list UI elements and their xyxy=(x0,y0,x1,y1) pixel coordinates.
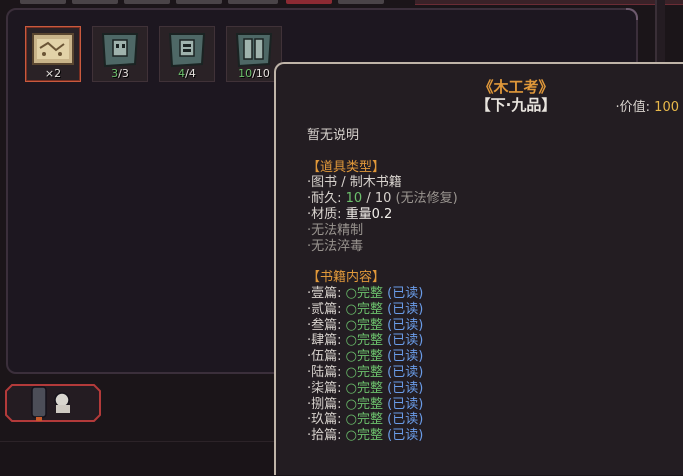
chapter-row: ·壹篇: ○完整 (已读) xyxy=(307,285,424,301)
item-value: ·价值: 100 xyxy=(615,100,679,115)
top-tab-strip xyxy=(0,0,683,5)
book-contents-header: 【书籍内容】 xyxy=(307,270,386,286)
inventory-slot-book[interactable]: 3/3 xyxy=(92,26,148,82)
tab[interactable] xyxy=(176,0,222,4)
item-tooltip: 《木工考》 【下·九品】 ·价值: 100 暂无说明 【道具类型】 ·图书 / … xyxy=(274,62,683,475)
tab[interactable] xyxy=(338,0,384,4)
character-frame-icon xyxy=(5,384,101,422)
chapter-row: ·伍篇: ○完整 (已读) xyxy=(307,349,424,365)
tab[interactable] xyxy=(228,0,278,4)
item-description: 暂无说明 xyxy=(307,128,360,143)
panel-corner-ornament xyxy=(626,8,638,20)
item-category: ·图书 / 制木书籍 xyxy=(307,175,402,191)
chapter-row: ·贰篇: ○完整 (已读) xyxy=(307,301,424,317)
item-no-temper: ·无法淬毒 xyxy=(307,238,364,254)
slot-count: 3/3 xyxy=(111,67,129,80)
scroll-map-icon xyxy=(32,33,74,65)
book-tome-icon xyxy=(168,33,206,68)
item-type-header: 【道具类型】 xyxy=(307,159,386,175)
chapter-row: ·陆篇: ○完整 (已读) xyxy=(307,364,424,380)
slot-count: ×2 xyxy=(44,67,62,80)
inventory-slot-book[interactable]: 4/4 xyxy=(159,26,215,82)
chapter-row: ·柒篇: ○完整 (已读) xyxy=(307,380,424,396)
book-tome-icon xyxy=(101,33,139,68)
chapter-row: ·捌篇: ○完整 (已读) xyxy=(307,396,424,412)
chapter-row: ·玖篇: ○完整 (已读) xyxy=(307,412,424,428)
item-durability: ·耐久: 10 / 10 (无法修复) xyxy=(307,191,458,207)
item-no-refine: ·无法精制 xyxy=(307,222,364,238)
chapter-row: ·肆篇: ○完整 (已读) xyxy=(307,333,424,349)
chapter-row: ·拾篇: ○完整 (已读) xyxy=(307,428,424,444)
inventory-slot-scroll[interactable]: ×2 xyxy=(25,26,81,82)
tab-active[interactable] xyxy=(286,0,332,4)
item-material: ·材质: 重量0.2 xyxy=(307,206,393,222)
tab[interactable] xyxy=(20,0,66,4)
book-tome-icon xyxy=(235,33,273,68)
slot-count: 4/4 xyxy=(178,67,196,80)
tab[interactable] xyxy=(72,0,118,4)
top-right-bar xyxy=(415,0,683,5)
chapter-row: ·叁篇: ○完整 (已读) xyxy=(307,317,424,333)
character-portrait[interactable] xyxy=(4,383,102,423)
item-details: 暂无说明 【道具类型】 ·图书 / 制木书籍 ·耐久: 10 / 10 (无法修… xyxy=(307,128,458,444)
slot-count: 10/10 xyxy=(238,67,270,80)
tab[interactable] xyxy=(124,0,170,4)
